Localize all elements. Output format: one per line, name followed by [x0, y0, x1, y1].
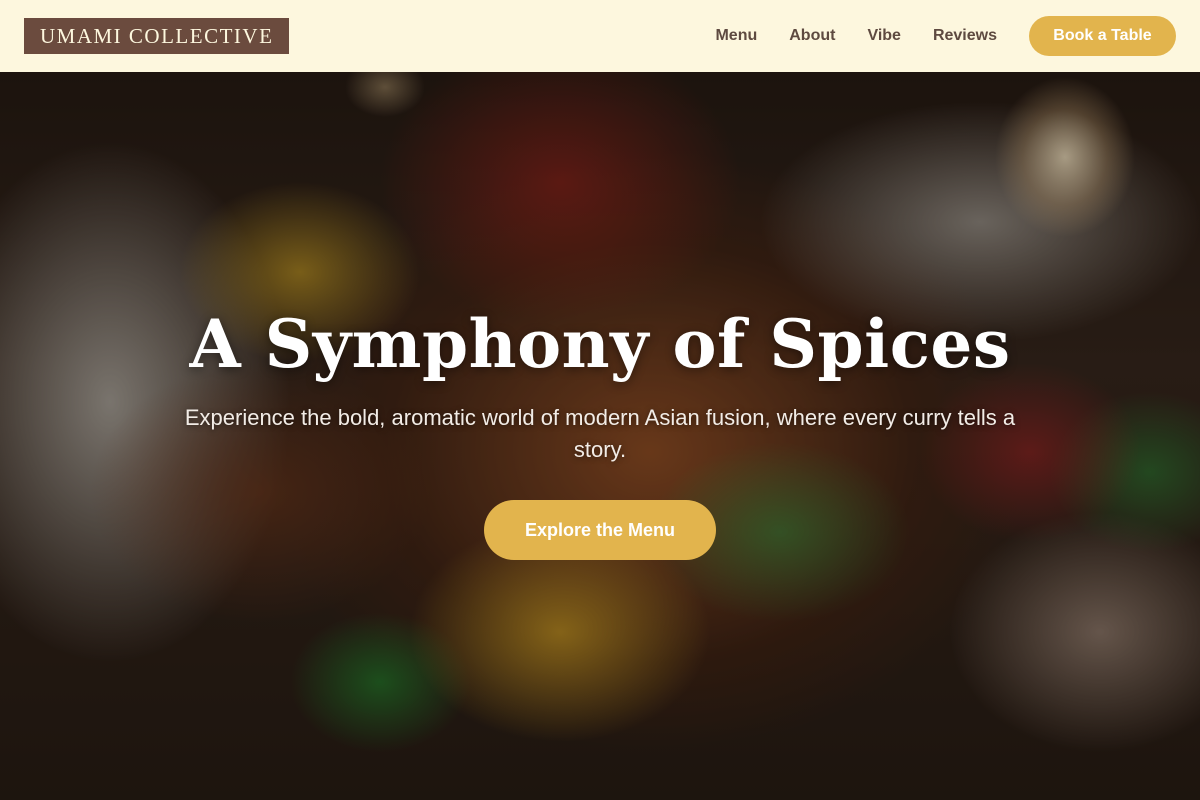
site-header: UMAMI COLLECTIVE Menu About Vibe Reviews… — [0, 0, 1200, 72]
hero-title: A Symphony of Spices — [189, 305, 1011, 383]
nav-link-vibe[interactable]: Vibe — [867, 27, 901, 45]
main-nav: Menu About Vibe Reviews Book a Table — [715, 16, 1176, 56]
book-table-button[interactable]: Book a Table — [1029, 16, 1176, 56]
nav-link-reviews[interactable]: Reviews — [933, 27, 997, 45]
explore-menu-button[interactable]: Explore the Menu — [484, 500, 716, 560]
nav-link-menu[interactable]: Menu — [715, 27, 757, 45]
logo[interactable]: UMAMI COLLECTIVE — [24, 18, 290, 54]
hero-subtitle: Experience the bold, aromatic world of m… — [184, 405, 1016, 462]
hero-content: A Symphony of Spices Experience the bold… — [0, 72, 1200, 800]
hero-section: A Symphony of Spices Experience the bold… — [0, 72, 1200, 800]
nav-link-about[interactable]: About — [789, 27, 835, 45]
